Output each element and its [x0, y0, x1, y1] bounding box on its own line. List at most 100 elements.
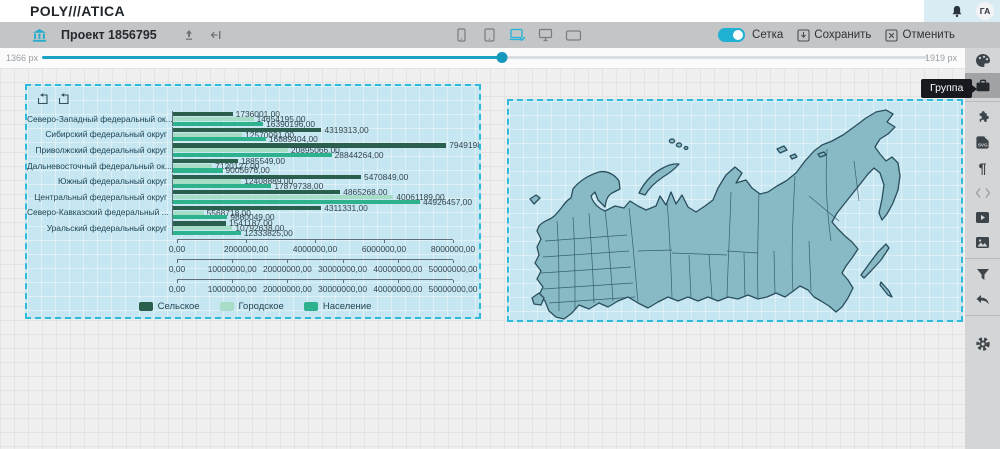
- axis-tick: [232, 280, 233, 283]
- bar-value-label: 12333825,00: [244, 229, 293, 238]
- sidebar-gap: [965, 319, 1000, 331]
- device-desktop-icon[interactable]: [536, 26, 554, 44]
- sidebar-item-video[interactable]: [965, 205, 1000, 230]
- axis-tick: [343, 260, 344, 263]
- sidebar-item-puzzle[interactable]: [965, 105, 1000, 130]
- save-button[interactable]: Сохранить: [797, 29, 871, 42]
- category-label: Дальневосточный федеральный ок...: [27, 161, 172, 171]
- legend-swatch: [139, 302, 153, 311]
- rotate-cw-icon[interactable]: [57, 92, 70, 105]
- grid-toggle[interactable]: [718, 28, 745, 42]
- axis-tick-label: 6000000,00: [362, 244, 406, 254]
- chart-axes: 0,00 2000000,00 4000000,00 6000000,00 800000…: [27, 239, 481, 299]
- chart-legend: СельскоеГородскоеНаселение: [27, 301, 481, 312]
- cancel-button[interactable]: Отменить: [885, 29, 955, 42]
- sidebar-item-palette[interactable]: [965, 48, 1000, 73]
- bar-Городское: [173, 164, 212, 168]
- video-icon: [975, 211, 990, 224]
- undo-arrow-icon: [975, 294, 990, 306]
- sidebar-item-undo[interactable]: [965, 287, 1000, 312]
- ruler-max-label: 1919 px: [925, 53, 957, 63]
- chart-row: Дальневосточный федеральный ок...1885549…: [27, 158, 481, 174]
- axis-tick: [398, 280, 399, 283]
- bar-Население: [173, 231, 241, 235]
- chart-rows: Северо-Западный федеральный ок...1736001…: [27, 111, 481, 236]
- legend-label: Городское: [239, 301, 284, 312]
- axis-tick-label: 4000000,00: [293, 244, 337, 254]
- width-slider-fill: [42, 56, 502, 59]
- bar-Население: [173, 200, 420, 204]
- user-area: ГА: [924, 0, 1000, 22]
- x-axis: 0,0010000000,0020000000,0030000000,00400…: [27, 279, 481, 299]
- axis-tick-label: 10000000,00: [208, 264, 257, 274]
- axis-tick: [177, 280, 178, 283]
- upload-icon[interactable]: [180, 26, 198, 44]
- bar-group: 4865268,0040061189,0044926457,00: [172, 189, 448, 204]
- bar-Городское: [173, 226, 232, 230]
- sidebar-item-image[interactable]: [965, 230, 1000, 255]
- bar-group: 7949198,0020895066,0028844264,00: [172, 142, 448, 157]
- sidebar-item-svg[interactable]: SVG: [965, 130, 1000, 155]
- device-tv-icon[interactable]: [564, 26, 582, 44]
- axis-tick-label: 0,00: [169, 264, 185, 274]
- dashboard-canvas[interactable]: Северо-Западный федеральный ок...1736001…: [0, 68, 965, 449]
- width-slider-knob[interactable]: [496, 52, 507, 63]
- filter-icon: [976, 268, 990, 281]
- bar-Городское: [173, 117, 254, 121]
- sidebar-item-filter[interactable]: [965, 262, 1000, 287]
- save-icon: [797, 29, 810, 42]
- bar-Население: [173, 184, 271, 188]
- axis-tick: [177, 260, 178, 263]
- palette-icon: [975, 53, 991, 68]
- axis-tick-label: 8000000,00: [431, 244, 475, 254]
- bar-Сельское: [173, 112, 233, 116]
- axis-tick-label: 50000000,00: [429, 264, 478, 274]
- bell-icon[interactable]: [948, 2, 966, 20]
- axis-tick-label: 40000000,00: [373, 264, 422, 274]
- axis-tick: [177, 240, 178, 243]
- panel-collapse-icon[interactable]: [207, 26, 225, 44]
- bar-Население: [173, 215, 227, 219]
- svg-text:SVG: SVG: [978, 143, 988, 148]
- bar-group: 1885549,007120127,009005676,00: [172, 158, 448, 173]
- axis-tick-label: 30000000,00: [318, 284, 367, 294]
- width-slider-track[interactable]: [42, 56, 928, 59]
- sidebar-item-code[interactable]: [965, 180, 1000, 205]
- axis-tick: [453, 280, 454, 283]
- project-title: Проект 1856795: [61, 28, 157, 42]
- project-bank-icon[interactable]: [30, 26, 48, 44]
- category-label: Южный федеральный округ: [27, 176, 172, 186]
- device-switcher: [452, 26, 582, 44]
- category-label: Северо-Западный федеральный ок...: [27, 114, 172, 124]
- chart-widget-tools: [36, 92, 70, 105]
- grid-toggle-wrap: Сетка: [718, 28, 783, 42]
- sidebar-separator: [965, 315, 1000, 316]
- device-phone-icon[interactable]: [452, 26, 470, 44]
- sidebar-item-paragraph[interactable]: ¶: [965, 155, 1000, 180]
- rotate-ccw-icon[interactable]: [36, 92, 49, 105]
- width-ruler: 1366 px 1919 px: [0, 48, 965, 68]
- bar-value-label: 7949198,00: [449, 141, 481, 150]
- x-axis: 0,002000000,004000000,006000000,00800000…: [27, 239, 481, 259]
- axis-tick: [315, 240, 316, 243]
- chart-widget[interactable]: Северо-Западный федеральный ок...1736001…: [25, 84, 481, 319]
- device-laptop-icon-active[interactable]: [508, 26, 526, 44]
- legend-swatch: [304, 302, 318, 311]
- axis-tick-label: 2000000,00: [224, 244, 268, 254]
- chart-row: Сибирский федеральный округ4319313,00125…: [27, 127, 481, 143]
- bar-Сельское: [173, 190, 340, 194]
- image-icon: [975, 236, 990, 249]
- app-header: POLY///ATICA ГА: [0, 0, 1000, 22]
- bar-group: 1736001,0014654195,0016390196,00: [172, 111, 448, 126]
- sidebar-item-settings[interactable]: [965, 331, 1000, 356]
- device-tablet-icon[interactable]: [480, 26, 498, 44]
- avatar[interactable]: ГА: [976, 2, 994, 20]
- axis-tick: [384, 240, 385, 243]
- category-label: Сибирский федеральный округ: [27, 129, 172, 139]
- axis-tick: [232, 260, 233, 263]
- map-widget[interactable]: [507, 99, 963, 322]
- chart-row: Уральский федеральный округ1541187,00107…: [27, 220, 481, 236]
- category-label: Северо-Кавказский федеральный ...: [27, 207, 172, 217]
- bar-Население: [173, 122, 263, 126]
- bar-group: 5470849,0012408889,0017879738,00: [172, 174, 448, 189]
